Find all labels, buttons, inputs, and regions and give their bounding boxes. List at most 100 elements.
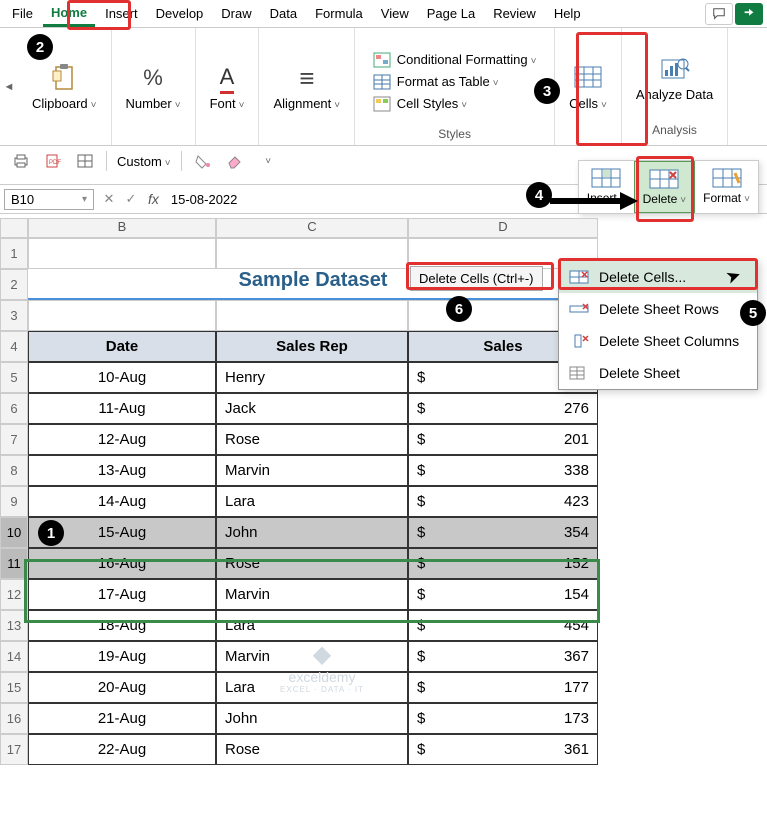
comments-button[interactable]	[705, 3, 733, 25]
cell-date[interactable]: 17-Aug	[28, 579, 216, 610]
cell-rep[interactable]: Jack	[216, 393, 408, 424]
font-button[interactable]: A Font	[204, 58, 251, 115]
cells-button[interactable]: Cells	[563, 58, 613, 115]
cell-rep[interactable]: John	[216, 703, 408, 734]
tab-help[interactable]: Help	[546, 2, 589, 25]
cell-date[interactable]: 16-Aug	[28, 548, 216, 579]
cell-date[interactable]: 13-Aug	[28, 455, 216, 486]
cell-rep[interactable]: Marvin	[216, 455, 408, 486]
share-button[interactable]	[735, 3, 763, 25]
row-header[interactable]: 16	[0, 703, 28, 734]
cell-sales[interactable]: $354	[408, 517, 598, 548]
clipboard-button[interactable]: Clipboard	[26, 58, 103, 115]
cell-date[interactable]: 14-Aug	[28, 486, 216, 517]
row-header[interactable]: 14	[0, 641, 28, 672]
ribbon-nav-left[interactable]: ◄	[0, 28, 18, 145]
cell-rep[interactable]: Henry	[216, 362, 408, 393]
tab-developer[interactable]: Develop	[148, 2, 212, 25]
row-header-2[interactable]: 2	[0, 269, 28, 300]
tab-data[interactable]: Data	[262, 2, 305, 25]
delete-cells-button[interactable]: Delete	[634, 161, 696, 213]
tab-insert[interactable]: Insert	[97, 2, 146, 25]
column-header-b[interactable]: B	[28, 218, 216, 238]
cell-rep[interactable]: Marvin	[216, 641, 408, 672]
row-header-3[interactable]: 3	[0, 300, 28, 331]
tab-review[interactable]: Review	[485, 2, 544, 25]
row-header[interactable]: 15	[0, 672, 28, 703]
format-custom-dropdown[interactable]: Custom	[117, 154, 171, 169]
menu-delete-sheet-rows[interactable]: Delete Sheet Rows	[559, 293, 757, 325]
cell-date[interactable]: 12-Aug	[28, 424, 216, 455]
alignment-button[interactable]: ≡ Alignment	[267, 58, 346, 115]
fx-icon[interactable]: fx	[142, 191, 165, 207]
row-header[interactable]: 7	[0, 424, 28, 455]
row-header[interactable]: 11	[0, 548, 28, 579]
row-header-4[interactable]: 4	[0, 331, 28, 362]
column-header-c[interactable]: C	[216, 218, 408, 238]
cell-sales[interactable]: $338	[408, 455, 598, 486]
menu-delete-sheet[interactable]: Delete Sheet	[559, 357, 757, 389]
cell-date[interactable]: 20-Aug	[28, 672, 216, 703]
row-header[interactable]: 6	[0, 393, 28, 424]
cell-sales[interactable]: $177	[408, 672, 598, 703]
cell-rep[interactable]: Lara	[216, 610, 408, 641]
conditional-formatting-button[interactable]: Conditional Formatting	[373, 51, 537, 69]
fill-color-icon[interactable]	[192, 150, 214, 172]
cell-date[interactable]: 10-Aug	[28, 362, 216, 393]
cancel-formula-button[interactable]: ✕	[98, 191, 120, 207]
row-header[interactable]: 13	[0, 610, 28, 641]
analyze-data-button[interactable]: Analyze Data	[630, 49, 719, 106]
tab-file[interactable]: File	[4, 2, 41, 25]
pdf-icon[interactable]: PDF	[42, 150, 64, 172]
column-header-d[interactable]: D	[408, 218, 598, 238]
gridlines-icon[interactable]	[74, 150, 96, 172]
menu-delete-sheet-columns[interactable]: Delete Sheet Columns	[559, 325, 757, 357]
cell-date[interactable]: 19-Aug	[28, 641, 216, 672]
cell-rep[interactable]: Rose	[216, 734, 408, 765]
print-icon[interactable]	[10, 150, 32, 172]
cell-styles-button[interactable]: Cell Styles	[373, 95, 537, 113]
row-header[interactable]: 12	[0, 579, 28, 610]
name-box[interactable]: B10 ▾	[4, 189, 94, 210]
cell-sales[interactable]: $423	[408, 486, 598, 517]
confirm-formula-button[interactable]: ✓	[120, 191, 142, 207]
cell-rep[interactable]: Rose	[216, 424, 408, 455]
cell-rep[interactable]: Lara	[216, 672, 408, 703]
cell-rep[interactable]: Rose	[216, 548, 408, 579]
row-header[interactable]: 5	[0, 362, 28, 393]
select-all-corner[interactable]	[0, 218, 28, 238]
tab-view[interactable]: View	[373, 2, 417, 25]
tab-home[interactable]: Home	[43, 1, 95, 27]
tab-page-layout[interactable]: Page La	[419, 2, 483, 25]
row-header[interactable]: 17	[0, 734, 28, 765]
header-date[interactable]: Date	[28, 331, 216, 362]
cell-sales[interactable]: $276	[408, 393, 598, 424]
cell-date[interactable]: 18-Aug	[28, 610, 216, 641]
row-header-1[interactable]: 1	[0, 238, 28, 269]
tab-formula[interactable]: Formula	[307, 2, 371, 25]
format-cells-button[interactable]: Format	[695, 161, 758, 213]
tab-draw[interactable]: Draw	[213, 2, 259, 25]
number-button[interactable]: % Number	[120, 58, 187, 115]
format-as-table-button[interactable]: Format as Table	[373, 73, 537, 91]
row-header[interactable]: 8	[0, 455, 28, 486]
header-sales-rep[interactable]: Sales Rep	[216, 331, 408, 362]
cell-date[interactable]: 22-Aug	[28, 734, 216, 765]
formula-value[interactable]: 15-08-2022	[165, 192, 244, 207]
cell-sales[interactable]: $201	[408, 424, 598, 455]
cell-sales[interactable]: $152	[408, 548, 598, 579]
cell-rep[interactable]: Marvin	[216, 579, 408, 610]
row-header[interactable]: 10	[0, 517, 28, 548]
cell-rep[interactable]: Lara	[216, 486, 408, 517]
more-icon[interactable]	[256, 150, 278, 172]
cell-sales[interactable]: $173	[408, 703, 598, 734]
cell-date[interactable]: 21-Aug	[28, 703, 216, 734]
cell-date[interactable]: 11-Aug	[28, 393, 216, 424]
cell-sales[interactable]: $361	[408, 734, 598, 765]
row-header[interactable]: 9	[0, 486, 28, 517]
eraser-icon[interactable]	[224, 150, 246, 172]
cell-rep[interactable]: John	[216, 517, 408, 548]
cell-sales[interactable]: $154	[408, 579, 598, 610]
cell-sales[interactable]: $454	[408, 610, 598, 641]
cell-sales[interactable]: $367	[408, 641, 598, 672]
